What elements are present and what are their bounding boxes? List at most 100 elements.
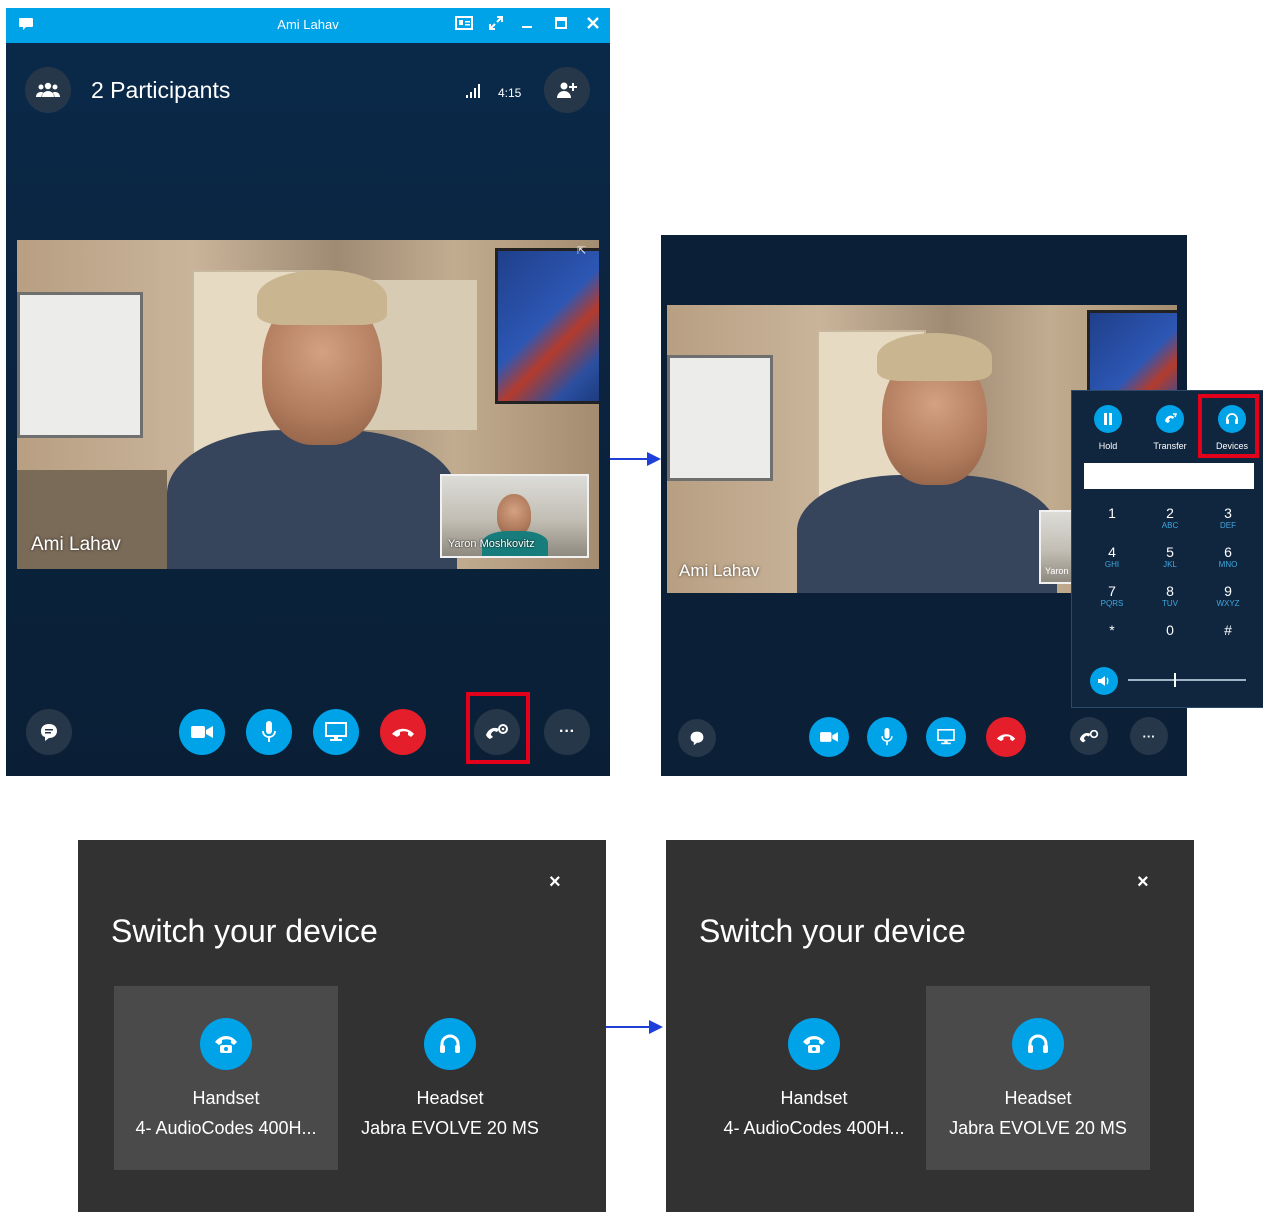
dialpad-key[interactable]: 3 DEF (1200, 505, 1256, 543)
main-video[interactable]: ⇱ Ami Lahav Yaron Moshkovitz (17, 240, 599, 569)
transfer-button[interactable]: Transfer (1138, 401, 1198, 461)
device-name: Headset (416, 1088, 484, 1108)
device-name: Handset (780, 1088, 848, 1108)
handset-icon (788, 1018, 840, 1070)
dialpad-key[interactable]: 1 (1084, 505, 1140, 543)
video-button-2[interactable] (809, 717, 849, 757)
pip-face-image (497, 494, 531, 536)
share-screen-button[interactable] (313, 709, 359, 755)
world-map-image (495, 248, 599, 404)
hang-up-icon (392, 728, 414, 737)
dialpad-key[interactable]: 2 ABC (1142, 505, 1198, 543)
device-detail: Jabra EVOLVE 20 MS (949, 1118, 1127, 1138)
signal-strength-icon (466, 84, 482, 103)
pause-icon (1094, 405, 1122, 433)
device-detail: 4- AudioCodes 400H... (723, 1118, 905, 1138)
chat-icon (41, 724, 57, 741)
hold-button[interactable]: Hold (1076, 401, 1136, 461)
ellipsis-icon: ··· (559, 723, 575, 740)
dialpad-key[interactable]: 5 JKL (1142, 544, 1198, 582)
maximize-icon[interactable] (554, 15, 568, 37)
flow-arrow-head (647, 452, 661, 466)
chat-icon (690, 731, 704, 746)
device-option-handset[interactable]: Handset 4- AudioCodes 400H... (114, 986, 338, 1170)
video-button[interactable] (179, 709, 225, 755)
close-icon[interactable]: × (549, 871, 561, 894)
video-camera-icon (191, 726, 213, 738)
speaker-icon (1098, 676, 1109, 686)
dialpad-key[interactable]: 6 MNO (1200, 544, 1256, 582)
flow-arrow-line (610, 458, 650, 460)
dialog-title: Switch your device (111, 913, 378, 949)
dialpad-key[interactable]: # (1200, 622, 1256, 660)
close-icon[interactable] (586, 15, 600, 37)
device-option-headset[interactable]: Headset Jabra EVOLVE 20 MS (926, 986, 1150, 1170)
dialpad-key[interactable]: 4 GHI (1084, 544, 1140, 582)
flow-arrow-head (649, 1020, 663, 1034)
volume-slider-thumb[interactable] (1174, 673, 1176, 687)
end-call-button-2[interactable] (986, 717, 1026, 757)
add-participant-button[interactable] (544, 67, 590, 113)
chat-button-2[interactable] (678, 719, 716, 757)
pip-name: Yaron Moshkovitz (448, 538, 535, 550)
call-window-main: Ami Lahav 2 Participants 4:15 ⇱ Ami Laha… (6, 8, 610, 776)
flow-arrow-line (606, 1026, 652, 1028)
device-option-handset[interactable]: Handset 4- AudioCodes 400H... (702, 986, 926, 1170)
dialpad-key[interactable]: 8 TUV (1142, 583, 1198, 621)
close-icon[interactable]: × (1137, 871, 1149, 894)
monitor-icon (937, 729, 955, 745)
person-hair-image-2 (877, 333, 992, 381)
dial-number-input[interactable] (1084, 463, 1254, 489)
headset-icon (1012, 1018, 1064, 1070)
add-person-icon (557, 82, 577, 98)
switch-device-dialog-after: × Switch your device Handset 4- AudioCod… (666, 840, 1194, 1212)
fullscreen-icon[interactable] (488, 15, 504, 37)
dialpad-key[interactable]: 7 PQRS (1084, 583, 1140, 621)
dialpad-key[interactable]: 0 (1142, 622, 1198, 660)
dialpad-key[interactable]: * (1084, 622, 1140, 660)
whiteboard-image-2 (667, 355, 773, 481)
expand-video-icon[interactable]: ⇱ (577, 244, 586, 257)
mute-button[interactable] (246, 709, 292, 755)
people-icon (36, 82, 60, 97)
pip-name-2: Yaron (1045, 566, 1069, 576)
headset-icon (424, 1018, 476, 1070)
person-shirt-image-2 (797, 475, 1057, 593)
microphone-icon (262, 721, 276, 742)
more-options-button[interactable]: ··· (544, 709, 590, 755)
device-name: Handset (192, 1088, 260, 1108)
mute-button-2[interactable] (867, 717, 907, 757)
self-view-pip[interactable]: Yaron Moshkovitz (440, 474, 589, 558)
transfer-label: Transfer (1153, 441, 1187, 451)
minimize-icon[interactable] (520, 15, 534, 37)
video-camera-icon (820, 732, 838, 742)
transfer-icon (1156, 405, 1184, 433)
more-options-button-2[interactable]: ··· (1130, 717, 1168, 755)
phone-settings-icon (1079, 729, 1099, 742)
highlight-box-call-controls (466, 692, 530, 764)
person-hair-image (257, 270, 387, 325)
device-detail: 4- AudioCodes 400H... (135, 1118, 317, 1138)
hold-label: Hold (1098, 441, 1118, 451)
participants-button[interactable] (25, 67, 71, 113)
dialpad-key[interactable]: 9 WXYZ (1200, 583, 1256, 621)
device-detail: Jabra EVOLVE 20 MS (361, 1118, 539, 1138)
handset-icon (200, 1018, 252, 1070)
contact-card-icon[interactable] (455, 15, 473, 37)
call-controls-button-2[interactable] (1070, 717, 1108, 755)
ellipsis-icon: ··· (1142, 728, 1156, 744)
person-shirt-image (167, 430, 457, 569)
device-option-headset[interactable]: Headset Jabra EVOLVE 20 MS (338, 986, 562, 1170)
monitor-icon (325, 722, 347, 741)
volume-slider-track[interactable] (1128, 679, 1246, 681)
hang-up-icon (996, 734, 1016, 742)
participants-count[interactable]: 2 Participants (91, 77, 230, 104)
switch-device-dialog-before: × Switch your device Handset 4- AudioCod… (78, 840, 606, 1212)
share-screen-button-2[interactable] (926, 717, 966, 757)
dialpad: 1 2 ABC 3 DEF 4 GHI 5 JKL 6 MNO 7 PQRS 8 TUV 9W… (1084, 501, 1256, 661)
end-call-button[interactable] (380, 709, 426, 755)
main-video-name: Ami Lahav (31, 534, 121, 555)
volume-button[interactable] (1090, 667, 1118, 695)
highlight-box-devices (1198, 394, 1259, 458)
chat-button[interactable] (26, 709, 72, 755)
